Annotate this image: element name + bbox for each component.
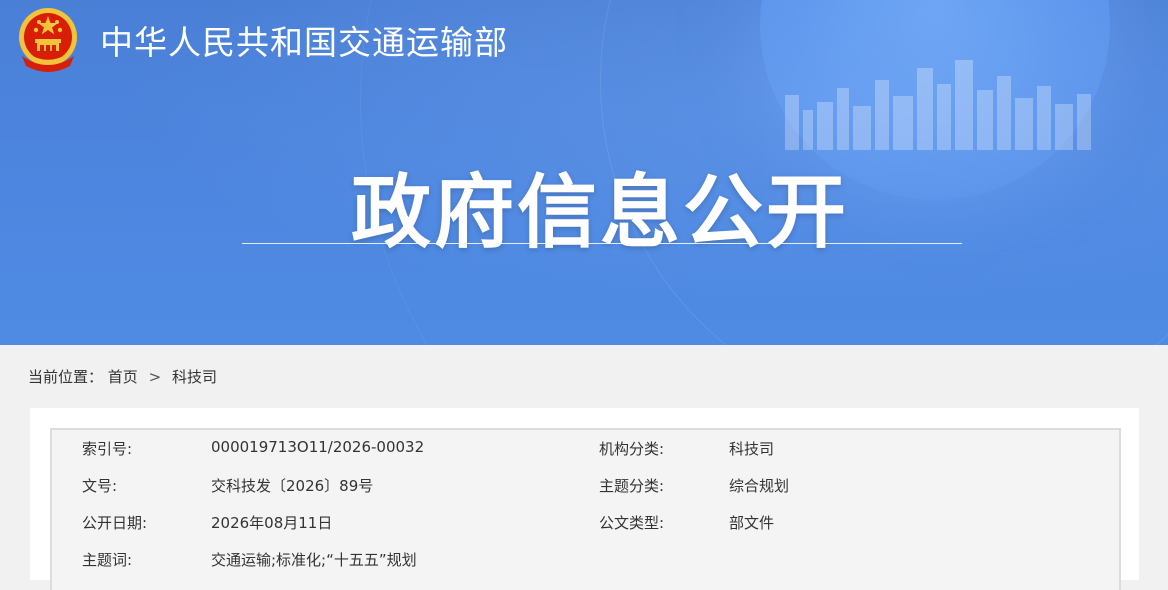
breadcrumb-current-link[interactable]: 科技司 xyxy=(172,368,217,386)
info-value: 交科技发〔2026〕89号 xyxy=(211,477,374,495)
info-label: 公文类型: xyxy=(599,514,665,532)
national-emblem-icon xyxy=(19,8,77,72)
breadcrumb-prefix: 当前位置： xyxy=(28,368,104,386)
content-panel: 索引号: 000019713O11/2026-00032 机构分类: 科技司 文… xyxy=(30,408,1139,590)
info-label: 公开日期: xyxy=(82,514,148,532)
info-value: 部文件 xyxy=(729,514,775,532)
table-row: 索引号: 000019713O11/2026-00032 机构分类: 科技司 xyxy=(52,430,1119,467)
info-value: 科技司 xyxy=(729,440,775,458)
document-info-table: 索引号: 000019713O11/2026-00032 机构分类: 科技司 文… xyxy=(50,428,1121,590)
breadcrumb-separator: > xyxy=(148,368,162,386)
info-value: 综合规划 xyxy=(729,477,790,495)
site-title[interactable]: 中华人民共和国交通运输部 xyxy=(100,16,508,64)
info-label: 机构分类: xyxy=(599,440,665,458)
info-label: 索引号: xyxy=(82,440,133,458)
title-underline xyxy=(242,243,962,244)
info-label: 主题词: xyxy=(82,551,133,569)
page-title: 政府信息公开 xyxy=(351,166,849,259)
table-row: 主题词: 交通运输;标准化;“十五五”规划 xyxy=(52,541,1119,578)
info-label: 主题分类: xyxy=(599,477,665,495)
table-row: 文号: 交科技发〔2026〕89号 主题分类: 综合规划 xyxy=(52,467,1119,504)
breadcrumb: 当前位置： 首页 > 科技司 xyxy=(28,366,217,387)
breadcrumb-home-link[interactable]: 首页 xyxy=(108,368,138,386)
table-row: 公开日期: 2026年08月11日 公文类型: 部文件 xyxy=(52,504,1119,541)
header-banner: 中华人民共和国交通运输部 政府信息公开 xyxy=(0,0,1168,345)
info-value: 2026年08月11日 xyxy=(211,514,333,532)
info-value: 000019713O11/2026-00032 xyxy=(211,438,425,456)
info-value: 交通运输;标准化;“十五五”规划 xyxy=(211,551,417,569)
city-skyline-icon xyxy=(785,60,1091,150)
info-label: 文号: xyxy=(82,477,118,495)
